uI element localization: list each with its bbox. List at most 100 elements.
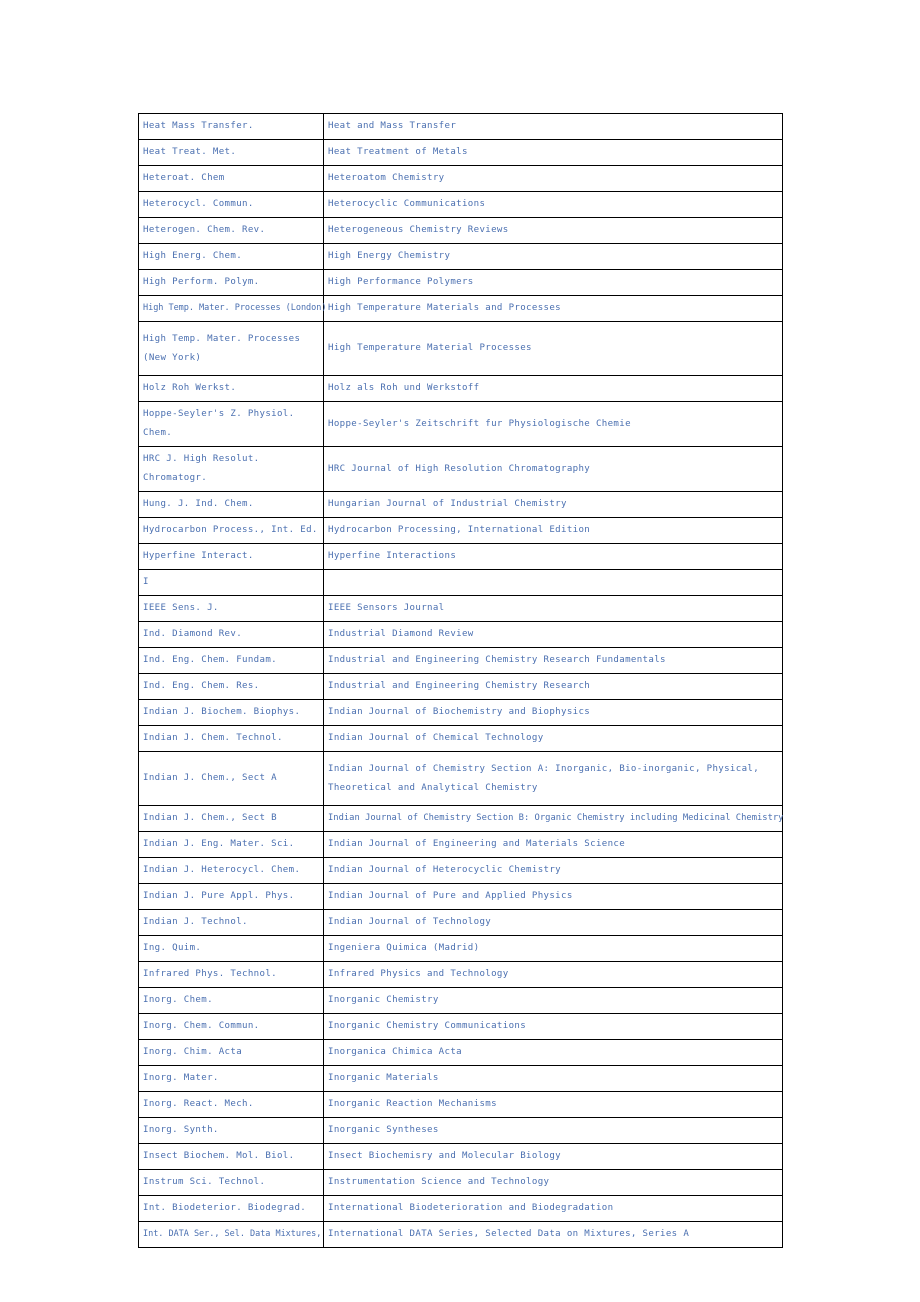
table-row: Infrared Phys. Technol. Infrared Physics … (138, 961, 783, 988)
table-row: Indian J. Chem., Sect B Indian Journal of… (138, 805, 783, 832)
abbreviation-cell: Inorg. React. Mech. (138, 1091, 324, 1118)
abbreviation-cell: I (138, 569, 324, 596)
table-body: Heat Mass Transfer. Heat and Mass Transfe… (138, 113, 783, 1248)
table-row: Holz Roh Werkst. Holz als Roh und Werksto… (138, 375, 783, 402)
abbreviation-cell: Infrared Phys. Technol. (138, 961, 324, 988)
table-row: Inorg. Chem. Commun. Inorganic Chemistry … (138, 1013, 783, 1040)
full-title-cell: Heat Treatment of Metals (323, 139, 783, 166)
full-title-cell: Heterogeneous Chemistry Reviews (323, 217, 783, 244)
table-row: Indian J. Technol. Indian Journal of Tech… (138, 909, 783, 936)
full-title-cell: Industrial and Engineering Chemistry Res… (323, 647, 783, 674)
full-title-cell: Instrumentation Science and Technology (323, 1169, 783, 1196)
abbreviation-cell: Heat Treat. Met. (138, 139, 324, 166)
full-title-cell: IEEE Sensors Journal (323, 595, 783, 622)
table-row: Hoppe-Seyler's Z. Physiol. Chem. Hoppe-Se… (138, 401, 783, 447)
full-title-cell: Inorganic Chemistry (323, 987, 783, 1014)
full-title-cell: International Biodeterioration and Biode… (323, 1195, 783, 1222)
abbreviation-cell: Inorg. Chem. Commun. (138, 1013, 324, 1040)
table-row: Hyperfine Interact. Hyperfine Interaction… (138, 543, 783, 570)
table-row: Insect Biochem. Mol. Biol. Insect Biochem… (138, 1143, 783, 1170)
full-title-cell: Heteroatom Chemistry (323, 165, 783, 192)
full-title-cell: Ingeniera Quimica (Madrid) (323, 935, 783, 962)
full-title-cell: Hyperfine Interactions (323, 543, 783, 570)
abbreviation-cell: Indian J. Chem., Sect A (138, 751, 324, 806)
full-title-cell: Industrial Diamond Review (323, 621, 783, 648)
full-title-cell: High Performance Polymers (323, 269, 783, 296)
abbreviation-cell: Indian J. Pure Appl. Phys. (138, 883, 324, 910)
full-title-cell: Indian Journal of Engineering and Materi… (323, 831, 783, 858)
full-title-cell: High Temperature Materials and Processes (323, 295, 783, 322)
abbreviation-cell: Indian J. Chem. Technol. (138, 725, 324, 752)
full-title-cell: Hungarian Journal of Industrial Chemistr… (323, 491, 783, 518)
full-title-cell: Industrial and Engineering Chemistry Res… (323, 673, 783, 700)
table-row: HRC J. High Resolut. Chromatogr. HRC Jour… (138, 446, 783, 492)
abbreviation-cell: Inorg. Chem. (138, 987, 324, 1014)
table-row: Indian J. Pure Appl. Phys. Indian Journal… (138, 883, 783, 910)
full-title-cell: Inorganic Chemistry Communications (323, 1013, 783, 1040)
table-row: High Temp. Mater. Processes (London) High… (138, 295, 783, 322)
abbreviation-cell: Inorg. Chim. Acta (138, 1039, 324, 1066)
abbreviation-cell: Hung. J. Ind. Chem. (138, 491, 324, 518)
abbreviation-cell: Inorg. Mater. (138, 1065, 324, 1092)
table-row: I (138, 569, 783, 596)
abbreviation-cell: Indian J. Chem., Sect B (138, 805, 324, 832)
journal-abbreviation-table: Heat Mass Transfer. Heat and Mass Transfe… (138, 113, 783, 1248)
full-title-cell: Inorganic Syntheses (323, 1117, 783, 1144)
table-row: Indian J. Chem. Technol. Indian Journal o… (138, 725, 783, 752)
table-row: High Perform. Polym. High Performance Pol… (138, 269, 783, 296)
abbreviation-cell: Hoppe-Seyler's Z. Physiol. Chem. (138, 401, 324, 447)
abbreviation-cell: Ing. Quim. (138, 935, 324, 962)
full-title-cell: International DATA Series, Selected Data… (323, 1221, 783, 1248)
full-title-cell: Inorganica Chimica Acta (323, 1039, 783, 1066)
table-row: Indian J. Eng. Mater. Sci. Indian Journal… (138, 831, 783, 858)
abbreviation-cell: Holz Roh Werkst. (138, 375, 324, 402)
abbreviation-cell: HRC J. High Resolut. Chromatogr. (138, 446, 324, 492)
full-title-cell: Infrared Physics and Technology (323, 961, 783, 988)
full-title-cell: High Temperature Material Processes (323, 321, 783, 376)
full-title-cell: HRC Journal of High Resolution Chromatog… (323, 446, 783, 492)
table-row: Int. DATA Ser., Sel. Data Mixtures, Inter… (138, 1221, 783, 1248)
table-row: Inorg. Synth. Inorganic Syntheses (138, 1117, 783, 1144)
abbreviation-cell: Indian J. Technol. (138, 909, 324, 936)
document-page: Heat Mass Transfer. Heat and Mass Transfe… (0, 0, 920, 1302)
table-row: Indian J. Heterocycl. Chem. Indian Journa… (138, 857, 783, 884)
abbreviation-cell: Heat Mass Transfer. (138, 113, 324, 140)
table-row: Ing. Quim. Ingeniera Quimica (Madrid) (138, 935, 783, 962)
full-title-cell: Heat and Mass Transfer (323, 113, 783, 140)
table-row: High Energ. Chem. High Energy Chemistry (138, 243, 783, 270)
table-row: Instrum Sci. Technol. Instrumentation Sci… (138, 1169, 783, 1196)
abbreviation-cell: Hyperfine Interact. (138, 543, 324, 570)
abbreviation-cell: Int. Biodeterior. Biodegrad. (138, 1195, 324, 1222)
abbreviation-cell: Ind. Eng. Chem. Fundam. (138, 647, 324, 674)
full-title-cell: Indian Journal of Chemical Technology (323, 725, 783, 752)
table-row: Indian J. Biochem. Biophys. Indian Journa… (138, 699, 783, 726)
table-row: Heat Mass Transfer. Heat and Mass Transfe… (138, 113, 783, 140)
abbreviation-cell: Heterocycl. Commun. (138, 191, 324, 218)
table-row: Inorg. Chem. Inorganic Chemistry (138, 987, 783, 1014)
full-title-cell: Holz als Roh und Werkstoff (323, 375, 783, 402)
full-title-cell: High Energy Chemistry (323, 243, 783, 270)
table-row: Heterogen. Chem. Rev. Heterogeneous Chemi… (138, 217, 783, 244)
abbreviation-cell: Int. DATA Ser., Sel. Data Mixtures, (138, 1221, 324, 1248)
full-title-cell: Hydrocarbon Processing, International Ed… (323, 517, 783, 544)
abbreviation-cell: High Temp. Mater. Processes (London) (138, 295, 327, 322)
abbreviation-cell: Indian J. Eng. Mater. Sci. (138, 831, 324, 858)
abbreviation-cell: IEEE Sens. J. (138, 595, 324, 622)
full-title-cell: Inorganic Reaction Mechanisms (323, 1091, 783, 1118)
full-title-cell (323, 569, 783, 596)
abbreviation-cell: High Temp. Mater. Processes (New York) (138, 321, 324, 376)
full-title-cell: Indian Journal of Chemistry Section A: I… (323, 751, 783, 806)
full-title-cell: Indian Journal of Chemistry Section B: O… (323, 805, 783, 832)
abbreviation-cell: High Perform. Polym. (138, 269, 324, 296)
table-row: Heteroat. Chem Heteroatom Chemistry (138, 165, 783, 192)
abbreviation-cell: Indian J. Biochem. Biophys. (138, 699, 324, 726)
full-title-cell: Indian Journal of Pure and Applied Physi… (323, 883, 783, 910)
abbreviation-cell: Ind. Diamond Rev. (138, 621, 324, 648)
abbreviation-cell: Heteroat. Chem (138, 165, 324, 192)
full-title-cell: Inorganic Materials (323, 1065, 783, 1092)
table-row: Int. Biodeterior. Biodegrad. Internationa… (138, 1195, 783, 1222)
abbreviation-cell: Indian J. Heterocycl. Chem. (138, 857, 324, 884)
table-row: Inorg. Mater. Inorganic Materials (138, 1065, 783, 1092)
table-row: Heterocycl. Commun. Heterocyclic Communic… (138, 191, 783, 218)
table-row: Hung. J. Ind. Chem. Hungarian Journal of … (138, 491, 783, 518)
